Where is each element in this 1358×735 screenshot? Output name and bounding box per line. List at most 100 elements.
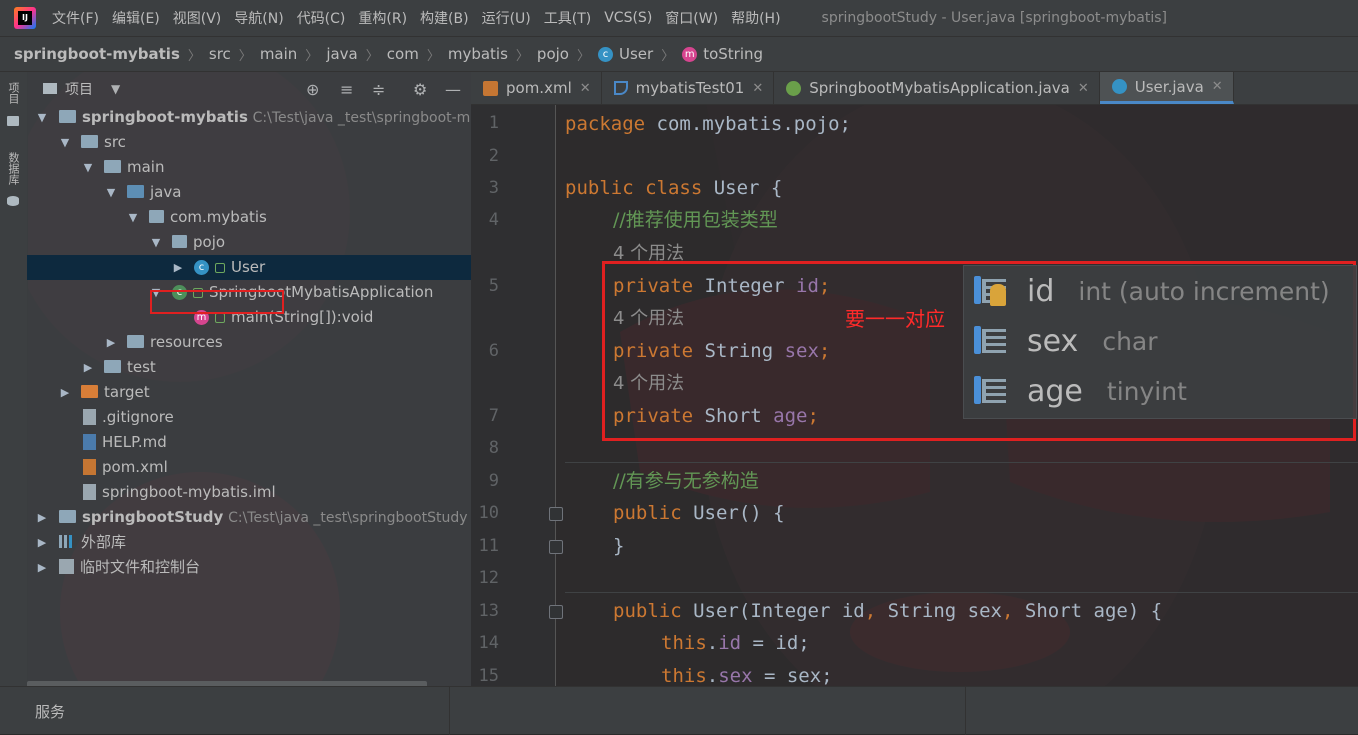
- fold-marker-icon[interactable]: [549, 507, 563, 521]
- tree-item-springbootstudy[interactable]: ▶ springbootStudy C:\Test\java _test\spr…: [27, 505, 471, 530]
- tab-mybatistest01[interactable]: mybatisTest01 ✕: [602, 72, 775, 104]
- code-comment: //推荐使用包装类型: [613, 209, 778, 231]
- crumb-mybatis[interactable]: mybatis: [448, 45, 508, 63]
- db-column-row[interactable]: age tinyint: [972, 366, 1352, 416]
- chevron-right-icon[interactable]: ▶: [35, 555, 49, 580]
- tree-item-springboot-mybatis[interactable]: ▼ springboot-mybatis C:\Test\java _test\…: [27, 105, 471, 130]
- db-column-type: char: [1102, 326, 1158, 356]
- crumb-project[interactable]: springboot-mybatis: [14, 45, 180, 63]
- method-separator: [565, 592, 1358, 593]
- tree-item-pom-xml[interactable]: pom.xml: [27, 455, 471, 480]
- chevron-right-icon[interactable]: ▶: [35, 505, 49, 530]
- gear-icon[interactable]: ⚙: [413, 80, 427, 99]
- crumb-com[interactable]: com: [387, 45, 419, 63]
- chevron-right-icon: 〉: [576, 48, 590, 64]
- line-number: 14: [478, 633, 499, 653]
- line-number: 7: [488, 406, 499, 426]
- menu-run[interactable]: 运行(U): [482, 8, 531, 28]
- module-file-icon: [83, 483, 96, 500]
- keyword: public: [613, 600, 682, 622]
- tree-item-iml[interactable]: springboot-mybatis.iml: [27, 480, 471, 505]
- keyword: class: [633, 177, 714, 199]
- db-column-row[interactable]: id int (auto increment): [972, 266, 1352, 316]
- menu-code[interactable]: 代码(C): [297, 8, 346, 28]
- chevron-down-icon[interactable]: ▼: [81, 155, 95, 180]
- tree-item-java[interactable]: ▼ java: [27, 180, 471, 205]
- tree-item-scratches[interactable]: ▶ 临时文件和控制台: [27, 555, 471, 580]
- menu-vcs[interactable]: VCS(S): [604, 10, 652, 26]
- paren: (: [738, 600, 751, 622]
- crumb-java[interactable]: java: [326, 45, 357, 63]
- tab-pom-xml[interactable]: pom.xml ✕: [471, 72, 602, 104]
- mybatis-file-icon: [613, 81, 628, 95]
- strip-database-tab[interactable]: 数据库: [5, 152, 21, 185]
- chevron-right-icon[interactable]: ▶: [58, 380, 72, 405]
- menu-refactor[interactable]: 重构(R): [358, 8, 407, 28]
- chevron-right-icon[interactable]: ▶: [171, 255, 185, 280]
- line-number: 2: [488, 146, 499, 166]
- chevron-down-icon[interactable]: ▼: [126, 205, 140, 230]
- chevron-right-icon[interactable]: ▶: [104, 330, 118, 355]
- strip-project-tab[interactable]: 项目: [5, 82, 21, 104]
- crumb-main[interactable]: main: [260, 45, 297, 63]
- tab-user-java[interactable]: User.java ✕: [1099, 72, 1234, 104]
- tree-item-gitignore[interactable]: .gitignore: [27, 405, 471, 430]
- constructor-name: User: [693, 502, 739, 524]
- menu-view[interactable]: 视图(V): [173, 8, 222, 28]
- tree-item-test[interactable]: ▶ test: [27, 355, 471, 380]
- chevron-down-icon[interactable]: ▼: [58, 130, 72, 155]
- close-icon[interactable]: ✕: [752, 81, 763, 96]
- tree-item-main[interactable]: ▼ main: [27, 155, 471, 180]
- chevron-right-icon[interactable]: ▶: [81, 355, 95, 380]
- tree-item-help-md[interactable]: HELP.md: [27, 430, 471, 455]
- chevron-down-icon[interactable]: ▼: [104, 180, 118, 205]
- tree-item-pojo[interactable]: ▼ pojo: [27, 230, 471, 255]
- tree-item-resources[interactable]: ▶ resources: [27, 330, 471, 355]
- chevron-right-icon[interactable]: ▶: [35, 530, 49, 555]
- locate-file-icon[interactable]: ⊕: [306, 80, 319, 99]
- tree-item-user[interactable]: ▶ c User: [27, 255, 471, 280]
- crumb-src[interactable]: src: [209, 45, 231, 63]
- fold-marker-icon[interactable]: [549, 540, 563, 554]
- collapse-all-icon[interactable]: ≑: [372, 80, 385, 99]
- services-tab[interactable]: 服务: [35, 701, 65, 722]
- expand-all-icon[interactable]: ≡: [340, 80, 353, 99]
- chevron-down-icon[interactable]: ▼: [149, 230, 163, 255]
- field-name: id: [718, 632, 742, 654]
- minimize-icon[interactable]: —: [445, 80, 461, 99]
- menu-build[interactable]: 构建(B): [420, 8, 469, 28]
- crumb-class[interactable]: c User: [597, 45, 653, 63]
- menu-help[interactable]: 帮助(H): [731, 8, 780, 28]
- code-line-10: public User() {: [613, 498, 785, 528]
- db-column-type: int (auto increment): [1078, 276, 1330, 306]
- menu-edit[interactable]: 编辑(E): [112, 8, 160, 28]
- library-icon: [59, 535, 75, 548]
- db-column-row[interactable]: sex char: [972, 316, 1352, 366]
- crumb-method[interactable]: m toString: [682, 45, 763, 63]
- tree-item-external-libraries[interactable]: ▶ 外部库: [27, 530, 471, 555]
- tab-label: User.java: [1134, 77, 1204, 96]
- chevron-down-icon[interactable]: ▼: [111, 82, 120, 96]
- tree-item-label: main: [127, 158, 165, 176]
- xml-file-icon: [83, 458, 96, 475]
- tree-item-label: User: [231, 258, 266, 276]
- close-icon[interactable]: ✕: [1212, 79, 1223, 94]
- close-icon[interactable]: ✕: [580, 81, 591, 96]
- tree-item-com-mybatis[interactable]: ▼ com.mybatis: [27, 205, 471, 230]
- project-panel-title[interactable]: 项目: [65, 79, 93, 99]
- tab-springbootmybatisapplication[interactable]: SpringbootMybatisApplication.java ✕: [774, 72, 1100, 104]
- fold-marker-icon[interactable]: [549, 605, 563, 619]
- close-icon[interactable]: ✕: [1078, 81, 1089, 96]
- chevron-down-icon[interactable]: ▼: [35, 105, 49, 130]
- menu-window[interactable]: 窗口(W): [665, 8, 718, 28]
- menu-file[interactable]: 文件(F): [52, 8, 99, 28]
- param: Integer id: [750, 600, 865, 622]
- menu-tools[interactable]: 工具(T): [544, 8, 591, 28]
- menu-navigate[interactable]: 导航(N): [234, 8, 283, 28]
- column-icon: [972, 374, 1008, 408]
- tree-item-src[interactable]: ▼ src: [27, 130, 471, 155]
- crumb-pojo[interactable]: pojo: [537, 45, 569, 63]
- folder-icon: [104, 160, 121, 173]
- tree-item-target[interactable]: ▶ target: [27, 380, 471, 405]
- crumb-method-label: toString: [703, 45, 764, 63]
